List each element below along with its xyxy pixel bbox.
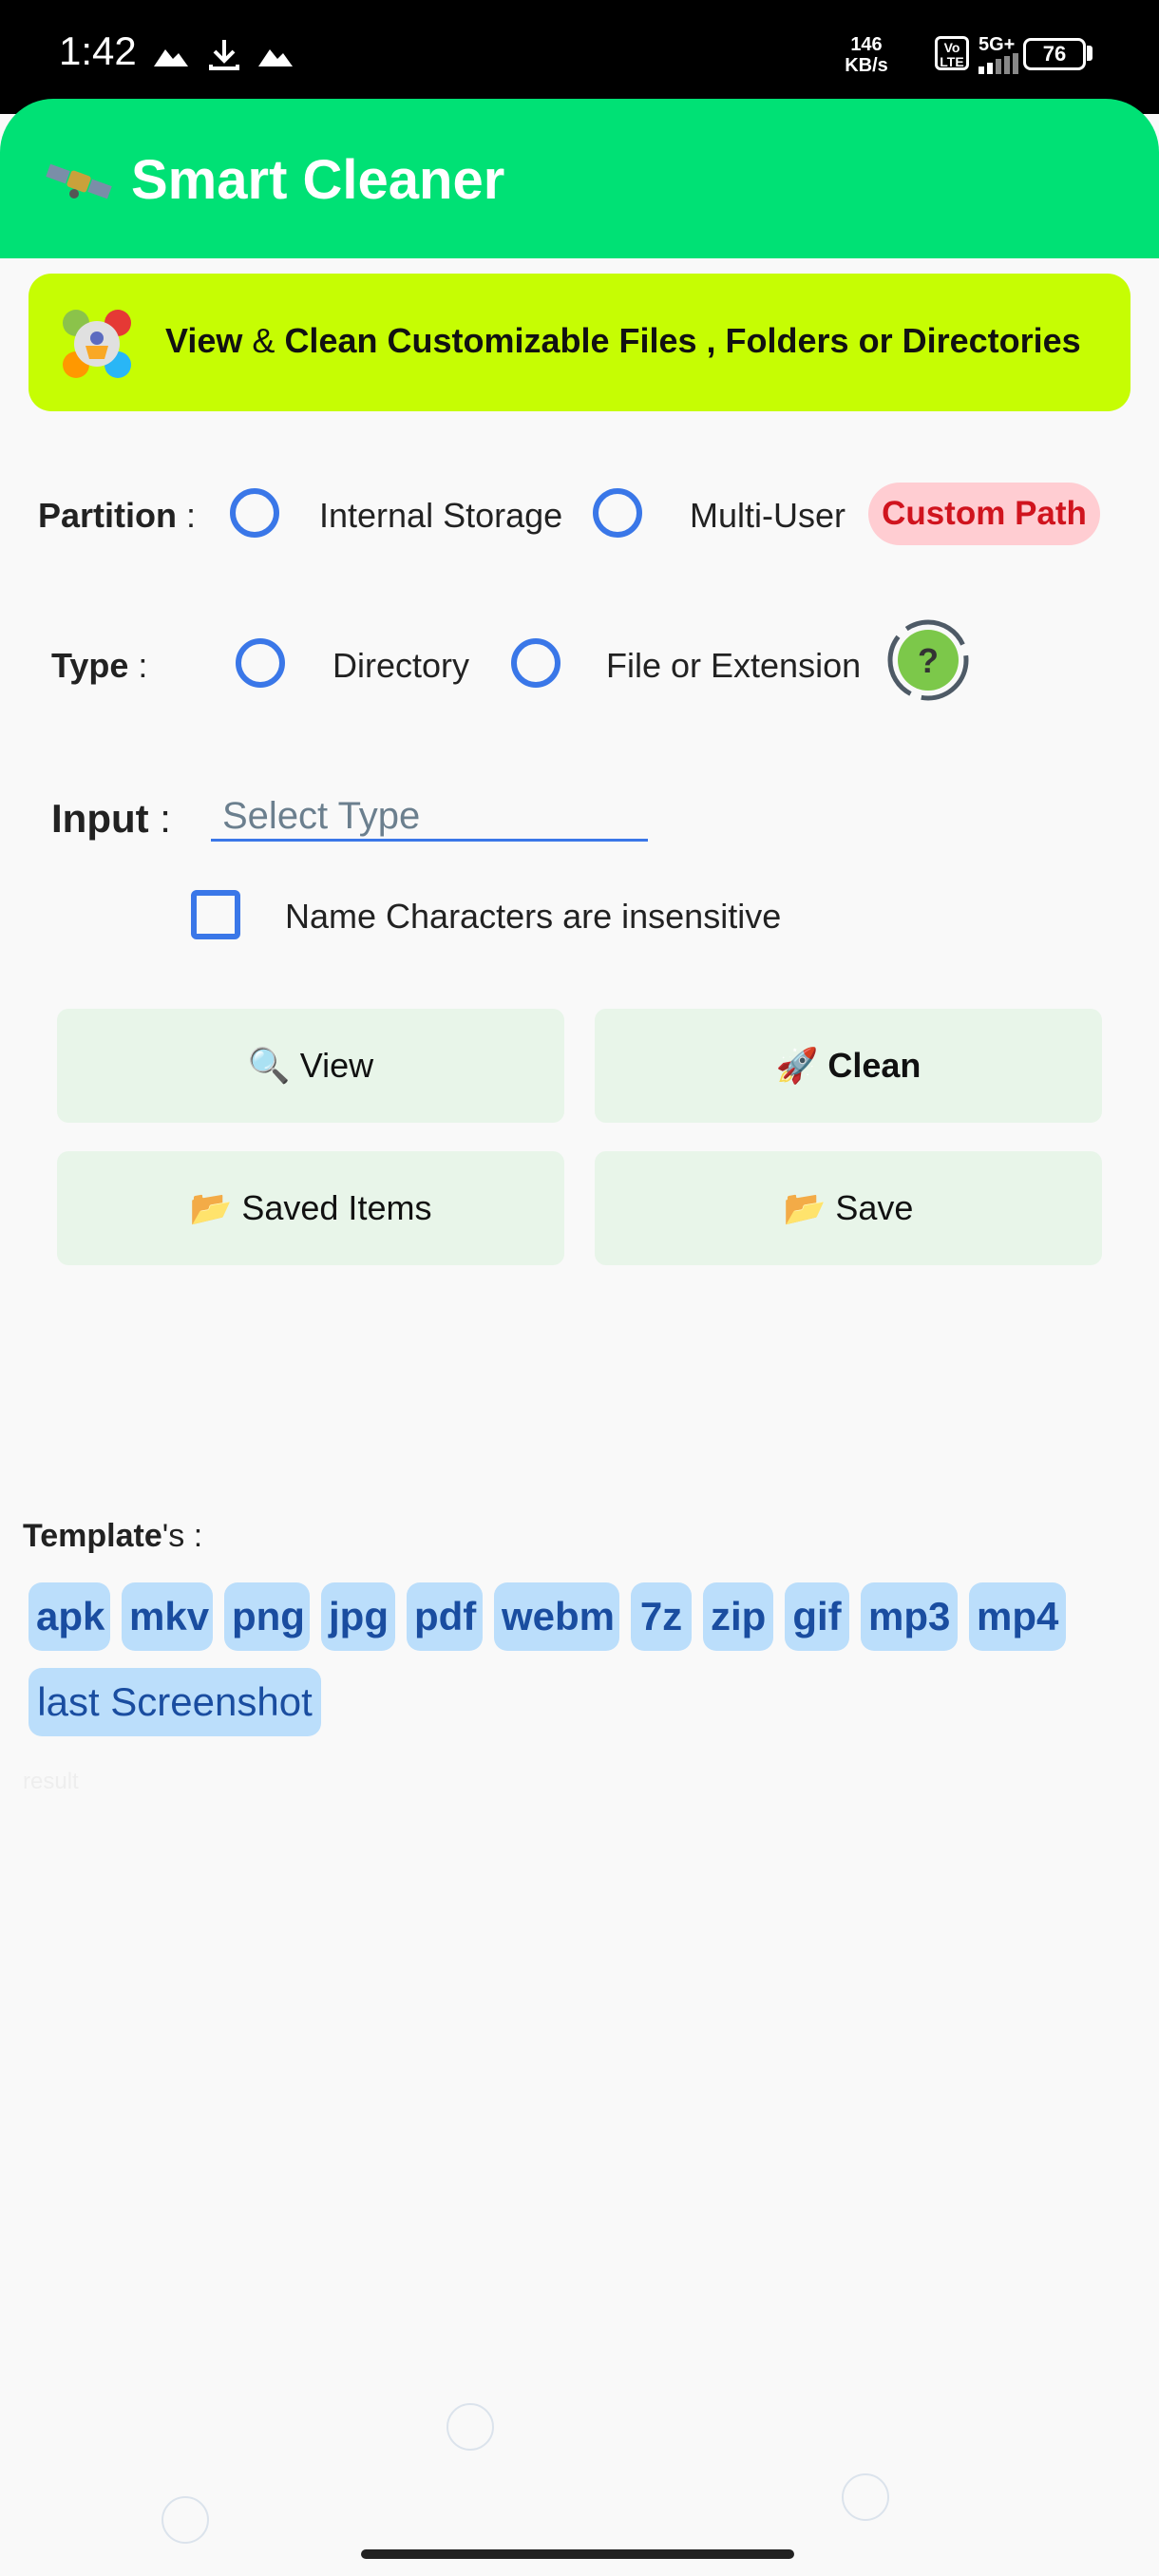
mountain-notification-icon (258, 49, 293, 66)
help-icon-glyph: ? (918, 641, 939, 680)
satellite-icon (46, 163, 112, 199)
touch-indicator (842, 2473, 889, 2521)
help-icon[interactable]: ? (887, 619, 969, 701)
gesture-nav-handle[interactable] (361, 2549, 794, 2559)
template-chip-webm[interactable]: webm (494, 1582, 619, 1651)
radio-multi-user[interactable] (593, 488, 642, 538)
download-icon (209, 40, 239, 70)
app-title: Smart Cleaner (131, 149, 505, 211)
status-time: 1:42 (59, 28, 137, 73)
option-directory-label: Directory (332, 646, 470, 685)
status-bar: 1:42 146 KB/s Vo LTE 5G+ 76 (0, 0, 1159, 114)
touch-indicator (446, 2403, 494, 2451)
option-multi-user-label: Multi-User (690, 496, 846, 535)
template-chip-apk[interactable]: apk (28, 1582, 110, 1651)
header-banner: View & Clean Customizable Files , Folder… (28, 274, 1130, 411)
template-chip-mkv[interactable]: mkv (122, 1582, 213, 1651)
app-bar: Smart Cleaner (0, 99, 1159, 258)
input-label: Input : (51, 796, 171, 841)
type-label: Type : (51, 646, 148, 685)
option-file-extension-label: File or Extension (606, 646, 862, 685)
template-chip-gif[interactable]: gif (785, 1582, 849, 1651)
result-text: result (23, 1769, 79, 1794)
template-chip-jpg[interactable]: jpg (321, 1582, 395, 1651)
option-internal-storage-label: Internal Storage (319, 496, 563, 535)
view-button[interactable]: 🔍 View (57, 1009, 564, 1123)
template-chip-7z[interactable]: 7z (631, 1582, 692, 1651)
template-chip-mp3[interactable]: mp3 (861, 1582, 958, 1651)
template-chip-last-screenshot[interactable]: last Screenshot (28, 1668, 321, 1736)
clean-button[interactable]: 🚀 Clean (595, 1009, 1102, 1123)
battery-tip (1087, 46, 1092, 61)
touch-indicator (162, 2496, 209, 2544)
radio-internal-storage[interactable] (230, 488, 279, 538)
radio-file-extension[interactable] (511, 638, 560, 688)
battery-icon: 76 (1023, 38, 1086, 70)
template-chip-png[interactable]: png (224, 1582, 310, 1651)
volte-icon: Vo LTE (935, 36, 969, 70)
cleaner-app-icon (63, 310, 131, 378)
template-chip-zip[interactable]: zip (703, 1582, 773, 1651)
saved-items-button[interactable]: 📂 Saved Items (57, 1151, 564, 1265)
banner-text: View & Clean Customizable Files , Folder… (165, 321, 1081, 360)
custom-path-button[interactable]: Custom Path (868, 483, 1100, 545)
save-button[interactable]: 📂 Save (595, 1151, 1102, 1265)
case-insensitive-checkbox[interactable] (191, 890, 240, 939)
partition-label: Partition : (38, 496, 197, 535)
signal-bars-icon (978, 53, 1018, 74)
template-chip-mp4[interactable]: mp4 (969, 1582, 1066, 1651)
templates-label: Template's : (23, 1518, 203, 1554)
template-chip-pdf[interactable]: pdf (407, 1582, 483, 1651)
type-input[interactable] (211, 794, 648, 842)
case-insensitive-label: Name Characters are insensitive (285, 897, 782, 936)
radio-directory[interactable] (236, 638, 285, 688)
network-speed: 146 KB/s (845, 34, 888, 76)
mountain-notification-icon (154, 49, 188, 66)
